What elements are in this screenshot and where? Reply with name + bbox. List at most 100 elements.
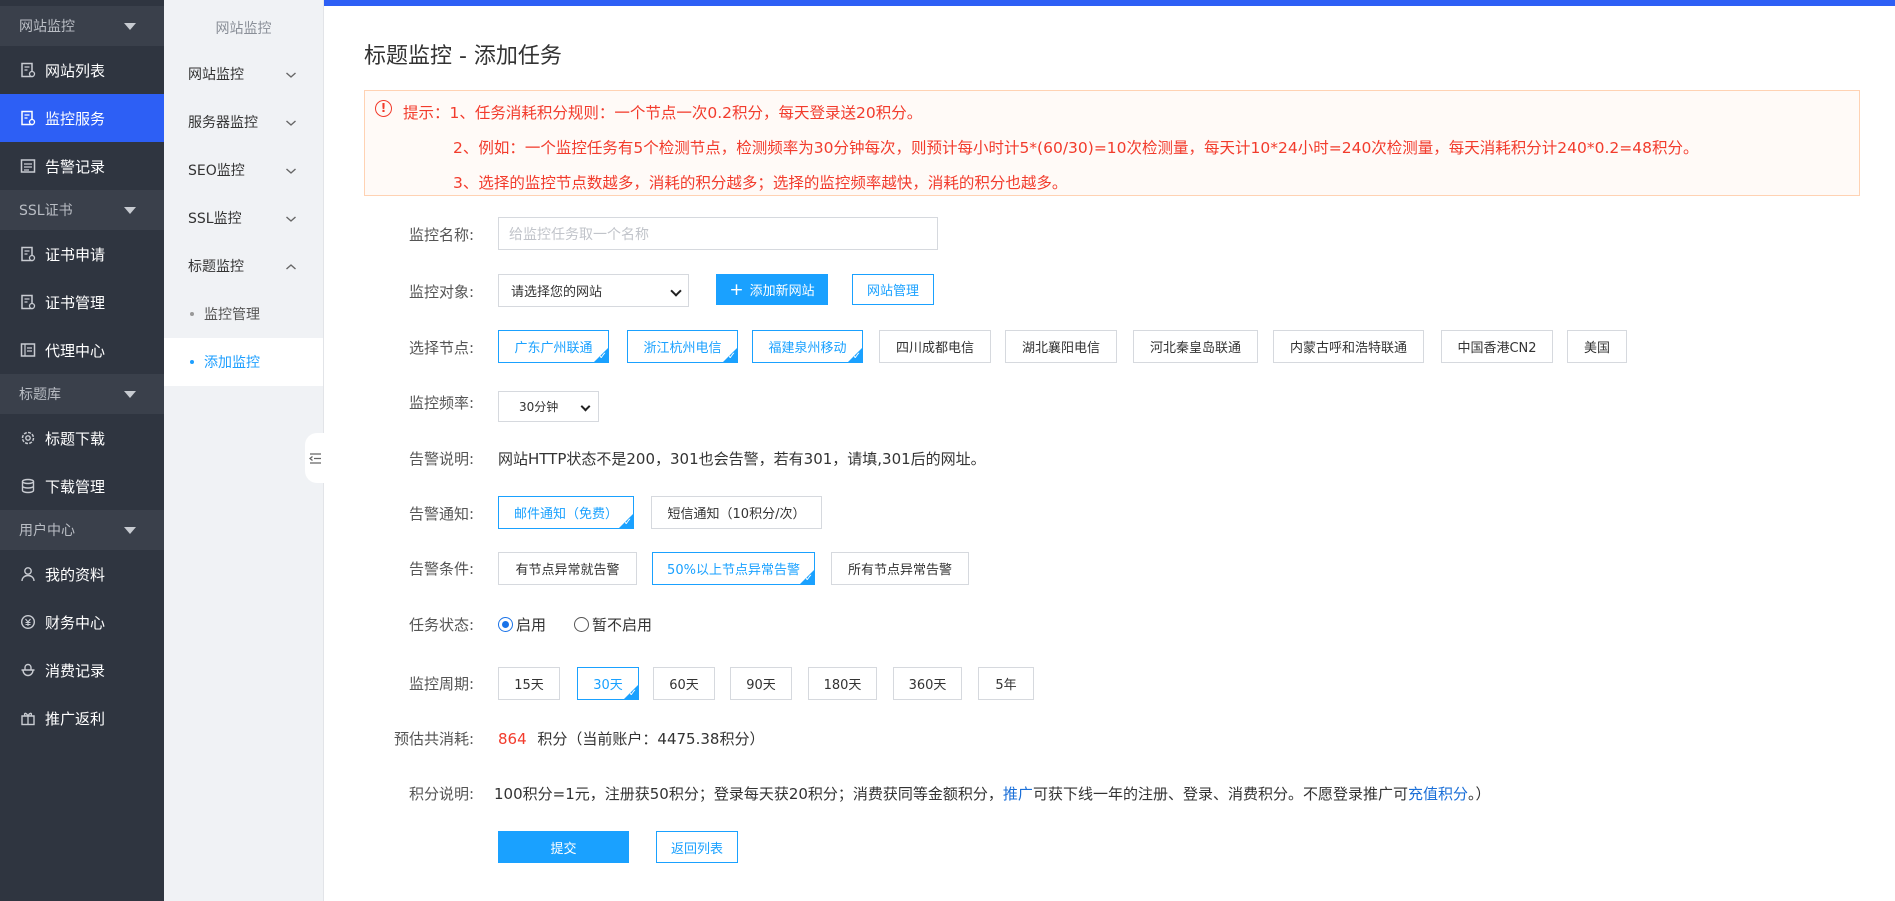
node-option[interactable]: 浙江杭州电信 ✓ bbox=[627, 330, 738, 363]
nav-group-website-monitor[interactable]: 网站监控 bbox=[0, 6, 164, 46]
gift-icon bbox=[20, 710, 36, 726]
points-label: 积分说明: bbox=[408, 785, 474, 803]
freq-select-value: 30分钟 bbox=[519, 400, 559, 414]
site-manage-button[interactable]: 网站管理 bbox=[852, 274, 934, 305]
monitor-name-input[interactable] bbox=[498, 217, 938, 250]
period-option[interactable]: 360天 bbox=[893, 667, 962, 700]
check-icon: ✓ bbox=[852, 351, 861, 362]
tip-line-1: 提示：1、任务消耗积分规则：一个节点一次0.2积分，每天登录送20积分。 bbox=[403, 104, 923, 122]
nav-item-finance-center[interactable]: 财务中心 bbox=[0, 598, 164, 646]
nav-item-promo-rebate[interactable]: 推广返利 bbox=[0, 694, 164, 742]
status-disable-radio[interactable]: 暂不启用 bbox=[574, 614, 652, 635]
nav-item-download-manage[interactable]: 下载管理 bbox=[0, 462, 164, 510]
period-label-text: 30天 bbox=[593, 678, 623, 693]
node-label: 浙江杭州电信 bbox=[643, 341, 722, 356]
nodes-label: 选择节点: bbox=[408, 339, 474, 357]
notify-option[interactable]: 邮件通知（免费） ✓ bbox=[498, 496, 634, 529]
subnav-item-title-monitor[interactable]: 标题监控 bbox=[164, 242, 323, 290]
period-label-text: 15天 bbox=[514, 678, 544, 693]
site-select[interactable]: 请选择您的网站 bbox=[498, 274, 689, 307]
subnav-child-add-monitor[interactable]: 添加监控 bbox=[164, 338, 323, 386]
nav-item-label: 财务中心 bbox=[45, 613, 106, 632]
caret-down-icon bbox=[124, 527, 136, 534]
user-icon bbox=[20, 566, 36, 582]
recharge-link[interactable]: 充值积分 bbox=[1408, 785, 1468, 803]
node-option[interactable]: 美国 bbox=[1567, 330, 1627, 363]
period-option[interactable]: 5年 bbox=[978, 667, 1034, 700]
tip-line-3: 3、选择的监控节点数越多，消耗的积分越多；选择的监控频率越快，消耗的积分也越多。 bbox=[453, 174, 1068, 192]
sub-nav: 网站监控 网站监控 服务器监控 SEO监控 SSL监控 标题监控 监控管理 添加… bbox=[164, 0, 324, 901]
period-option[interactable]: 15天 bbox=[498, 667, 560, 700]
check-icon: ✓ bbox=[628, 688, 637, 699]
points-text-1: 100积分=1元，注册获50积分；登录每天获20积分；消费获同等金额积分， bbox=[494, 785, 1003, 803]
nav-item-label: 下载管理 bbox=[45, 477, 106, 496]
nav-group-label: 用户中心 bbox=[19, 523, 75, 539]
nav-item-website-list[interactable]: 网站列表 bbox=[0, 46, 164, 94]
subnav-item-server-monitor[interactable]: 服务器监控 bbox=[164, 98, 323, 146]
subnav-item-label: 网站监控 bbox=[188, 67, 244, 83]
add-site-button[interactable]: + 添加新网站 bbox=[716, 274, 828, 305]
notify-label: 告警通知: bbox=[408, 505, 474, 523]
subnav-item-label: 服务器监控 bbox=[188, 115, 258, 131]
nav-item-monitor-service[interactable]: 监控服务 bbox=[0, 94, 164, 142]
subnav-child-monitor-manage[interactable]: 监控管理 bbox=[164, 290, 323, 338]
subnav-item-label: SEO监控 bbox=[188, 163, 245, 179]
nav-item-title-download[interactable]: 标题下载 bbox=[0, 414, 164, 462]
promo-link[interactable]: 推广 bbox=[1003, 785, 1033, 803]
nav-item-alert-record[interactable]: 告警记录 bbox=[0, 142, 164, 190]
subnav-item-website-monitor[interactable]: 网站监控 bbox=[164, 50, 323, 98]
node-label: 四川成都电信 bbox=[895, 341, 974, 356]
nav-group-label: 标题库 bbox=[19, 387, 61, 403]
nav-group-ssl[interactable]: SSL证书 bbox=[0, 190, 164, 230]
period-label-text: 5年 bbox=[995, 678, 1017, 693]
nav-group-label: SSL证书 bbox=[19, 203, 73, 219]
status-label: 任务状态: bbox=[408, 616, 474, 634]
freq-select[interactable]: 30分钟 bbox=[498, 391, 599, 422]
condition-option[interactable]: 50%以上节点异常告警 ✓ bbox=[652, 552, 815, 585]
check-icon: ✓ bbox=[727, 351, 736, 362]
nav-item-consume-record[interactable]: 消费记录 bbox=[0, 646, 164, 694]
check-icon: ✓ bbox=[598, 351, 607, 362]
period-option[interactable]: 60天 bbox=[653, 667, 715, 700]
notify-option[interactable]: 短信通知（10积分/次） bbox=[651, 496, 822, 529]
node-option[interactable]: 河北秦皇岛联通 bbox=[1133, 330, 1258, 363]
nav-item-agent-center[interactable]: 代理中心 bbox=[0, 326, 164, 374]
website-list-icon bbox=[20, 62, 36, 78]
node-option[interactable]: 湖北襄阳电信 bbox=[1005, 330, 1117, 363]
period-label: 监控周期: bbox=[408, 675, 474, 693]
finance-icon bbox=[20, 614, 36, 630]
collapse-sidebar-button[interactable] bbox=[305, 433, 325, 483]
status-enable-radio[interactable]: 启用 bbox=[498, 614, 546, 635]
nav-group-label: 网站监控 bbox=[19, 19, 75, 35]
nav-group-user-center[interactable]: 用户中心 bbox=[0, 510, 164, 550]
nav-item-cert-manage[interactable]: 证书管理 bbox=[0, 278, 164, 326]
nav-item-label: 告警记录 bbox=[45, 157, 106, 176]
node-option[interactable]: 中国香港CN2 bbox=[1441, 330, 1553, 363]
subnav-item-seo-monitor[interactable]: SEO监控 bbox=[164, 146, 323, 194]
node-option[interactable]: 广东广州联通 ✓ bbox=[498, 330, 609, 363]
points-text-2: 可获下线一年的注册、登录、消费积分。不愿登录推广可 bbox=[1032, 785, 1408, 803]
status-disable-label: 暂不启用 bbox=[592, 616, 653, 634]
nav-group-title-lib[interactable]: 标题库 bbox=[0, 374, 164, 414]
chevron-down-icon bbox=[670, 285, 682, 297]
gear-icon bbox=[20, 430, 36, 446]
period-option[interactable]: 30天 ✓ bbox=[577, 667, 639, 700]
node-option[interactable]: 福建泉州移动 ✓ bbox=[752, 330, 863, 363]
alert-desc-label: 告警说明: bbox=[408, 450, 474, 468]
submit-button[interactable]: 提交 bbox=[498, 831, 629, 863]
period-option[interactable]: 90天 bbox=[730, 667, 792, 700]
subnav-title: 网站监控 bbox=[215, 21, 272, 37]
condition-option[interactable]: 有节点异常就告警 bbox=[498, 552, 637, 585]
condition-label-text: 有节点异常就告警 bbox=[515, 563, 620, 578]
node-option[interactable]: 内蒙古呼和浩特联通 bbox=[1273, 330, 1424, 363]
condition-option[interactable]: 所有节点异常告警 bbox=[831, 552, 969, 585]
nav-item-cert-apply[interactable]: 证书申请 bbox=[0, 230, 164, 278]
subnav-item-ssl-monitor[interactable]: SSL监控 bbox=[164, 194, 323, 242]
back-to-list-button[interactable]: 返回列表 bbox=[656, 831, 738, 863]
period-option[interactable]: 180天 bbox=[808, 667, 877, 700]
nav-item-my-profile[interactable]: 我的资料 bbox=[0, 550, 164, 598]
subnav-item-label: 标题监控 bbox=[188, 259, 244, 275]
monitor-service-icon bbox=[20, 110, 36, 126]
node-option[interactable]: 四川成都电信 bbox=[879, 330, 991, 363]
condition-label-text: 50%以上节点异常告警 bbox=[667, 563, 800, 578]
